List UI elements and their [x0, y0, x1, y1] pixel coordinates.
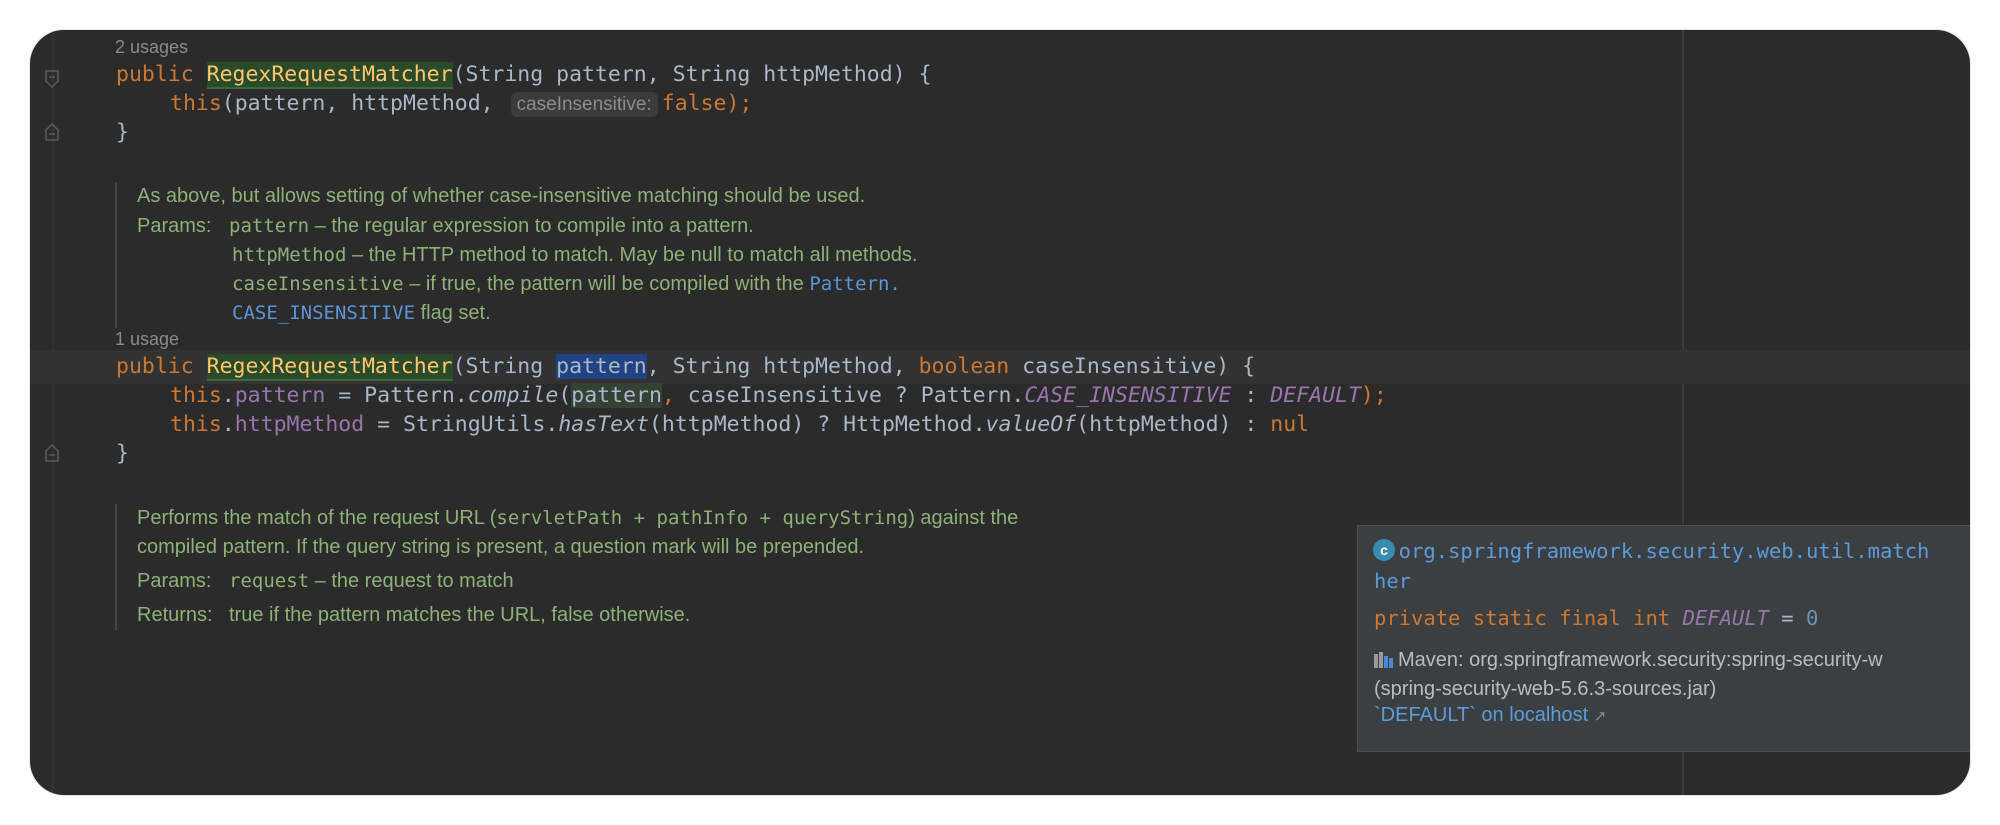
static-method[interactable]: hasText — [558, 412, 649, 437]
param-name: pattern — [229, 215, 310, 237]
param-desc: – if true, the pattern will be compiled … — [403, 273, 810, 295]
maven-text: Maven: org.springframework.security:spri… — [1398, 649, 1883, 671]
constant-name[interactable]: CASE_INSENSITIVE — [1024, 383, 1231, 408]
keyword: public — [116, 354, 194, 379]
code-text: (httpMethod) : — [1076, 412, 1271, 437]
javadoc-block: As above, but allows setting of whether … — [115, 182, 1137, 328]
code-text: . — [221, 412, 235, 437]
modifiers: private static final int — [1374, 606, 1683, 630]
code-text: ( — [558, 383, 572, 408]
keyword: this — [170, 383, 222, 408]
code-text: . — [221, 383, 235, 408]
fold-end-icon[interactable] — [45, 123, 59, 141]
keyword: nul — [1270, 412, 1310, 437]
doc-text: ) against the — [908, 507, 1019, 529]
code-text: , String httpMethod, — [646, 354, 919, 379]
param-desc: – the request to match — [309, 570, 514, 592]
external-doc-link[interactable]: `DEFAULT` on localhost ↗ — [1374, 704, 1606, 727]
class-reference[interactable]: org.springframework.security.web.util.ma… — [1374, 536, 1929, 596]
javadoc-block: Performs the match of the request URL (s… — [115, 504, 1137, 630]
doc-label: Params: — [137, 215, 212, 237]
keyword: false — [661, 91, 727, 116]
external-link-icon: ↗ — [1593, 708, 1607, 725]
param-name: request — [229, 570, 310, 592]
param-desc: – the regular expression to compile into… — [309, 215, 754, 237]
doc-link[interactable]: Pattern. — [809, 273, 901, 295]
field-signature: private static final int DEFAULT = 0 — [1374, 606, 1818, 630]
param-name: caseInsensitive — [232, 273, 404, 295]
constructor-name[interactable]: RegexRequestMatcher — [206, 62, 453, 89]
parameter-hint: caseInsensitive: — [510, 92, 658, 117]
keyword: this — [170, 412, 222, 437]
code-text: (httpMethod) ? HttpMethod. — [648, 412, 986, 437]
static-method[interactable]: compile — [468, 383, 559, 408]
library-icon — [1374, 652, 1393, 668]
doc-summary: Performs the match of the request URL (s… — [137, 504, 1137, 533]
static-method[interactable]: valueOf — [986, 412, 1077, 437]
code-text: caseInsensitive) { — [1009, 354, 1256, 379]
field-name: DEFAULT — [1682, 606, 1769, 630]
doc-param-row: CASE_INSENSITIVE flag set. — [137, 299, 1137, 328]
code-line[interactable]: this(pattern, httpMethod, caseInsensitiv… — [170, 87, 752, 122]
gutter — [52, 30, 54, 795]
code-text: = Pattern. — [325, 383, 468, 408]
fold-icon[interactable] — [45, 70, 59, 88]
param-desc: – the HTTP method to match. May be null … — [346, 244, 918, 266]
code-line[interactable]: } — [116, 437, 129, 471]
param-desc: flag set. — [415, 302, 491, 324]
doc-text: Performs the match of the request URL ( — [137, 507, 497, 529]
doc-param-row: caseInsensitive – if true, the pattern w… — [137, 270, 1137, 299]
code-text: ); — [726, 91, 753, 116]
doc-param-row: httpMethod – the HTTP method to match. M… — [137, 241, 1137, 270]
code-line[interactable]: this.httpMethod = StringUtils.hasText(ht… — [170, 408, 1309, 442]
doc-summary: compiled pattern. If the query string is… — [137, 536, 865, 558]
doc-params: Params: request – the request to match — [137, 567, 1137, 596]
keyword: this — [170, 91, 222, 116]
selected-identifier[interactable]: pattern — [556, 354, 647, 379]
code-text: = StringUtils. — [364, 412, 559, 437]
code-text: (pattern, httpMethod, — [221, 91, 507, 116]
doc-label: Returns: — [137, 604, 213, 626]
constant-name[interactable]: DEFAULT — [1270, 383, 1361, 408]
doc-link[interactable]: CASE_INSENSITIVE — [232, 302, 415, 324]
code-line[interactable]: } — [116, 116, 129, 150]
doc-params: Params: pattern – the regular expression … — [137, 212, 1137, 241]
code-text: (String — [452, 354, 557, 379]
quick-documentation-popup[interactable]: c org.springframework.security.web.util.… — [1357, 525, 1970, 752]
maven-text: (spring-security-web-5.6.3-sources.jar) — [1374, 678, 1717, 700]
constructor-name[interactable]: RegexRequestMatcher — [206, 354, 453, 381]
code-text: : — [1231, 383, 1271, 408]
code-text: (String pattern, String httpMethod) { — [452, 62, 932, 87]
class-path: her — [1374, 569, 1412, 593]
code-text: = — [1768, 606, 1806, 630]
doc-label: Params: — [137, 570, 212, 592]
usages-hint[interactable]: 1 usage — [115, 329, 179, 350]
doc-returns: Returns: true if the pattern matches the … — [137, 601, 1137, 630]
code-text: ); — [1360, 383, 1387, 408]
field-value: 0 — [1806, 606, 1819, 630]
keyword: boolean — [918, 354, 1010, 379]
param-name: httpMethod — [232, 244, 347, 266]
field-name[interactable]: pattern — [235, 383, 326, 408]
fold-end-icon[interactable] — [45, 444, 59, 462]
doc-code: servletPath + pathInfo + queryString — [496, 507, 909, 529]
usages-hint[interactable]: 2 usages — [115, 37, 188, 58]
class-path: org.springframework.security.web.util.ma… — [1374, 539, 1930, 563]
field-name[interactable]: httpMethod — [235, 412, 364, 437]
doc-summary: As above, but allows setting of whether … — [137, 185, 866, 207]
link-text: `DEFAULT` on localhost — [1374, 704, 1589, 726]
highlighted-usage[interactable]: pattern — [571, 383, 662, 408]
keyword: public — [116, 62, 194, 87]
returns-desc: true if the pattern matches the URL, fal… — [229, 604, 691, 626]
editor-window: 2 usages public RegexRequestMatcher(Stri… — [30, 30, 1970, 795]
code-text: , — [661, 383, 675, 408]
code-text: caseInsensitive ? Pattern. — [674, 383, 1025, 408]
maven-source: Maven: org.springframework.security:spri… — [1374, 646, 1883, 704]
